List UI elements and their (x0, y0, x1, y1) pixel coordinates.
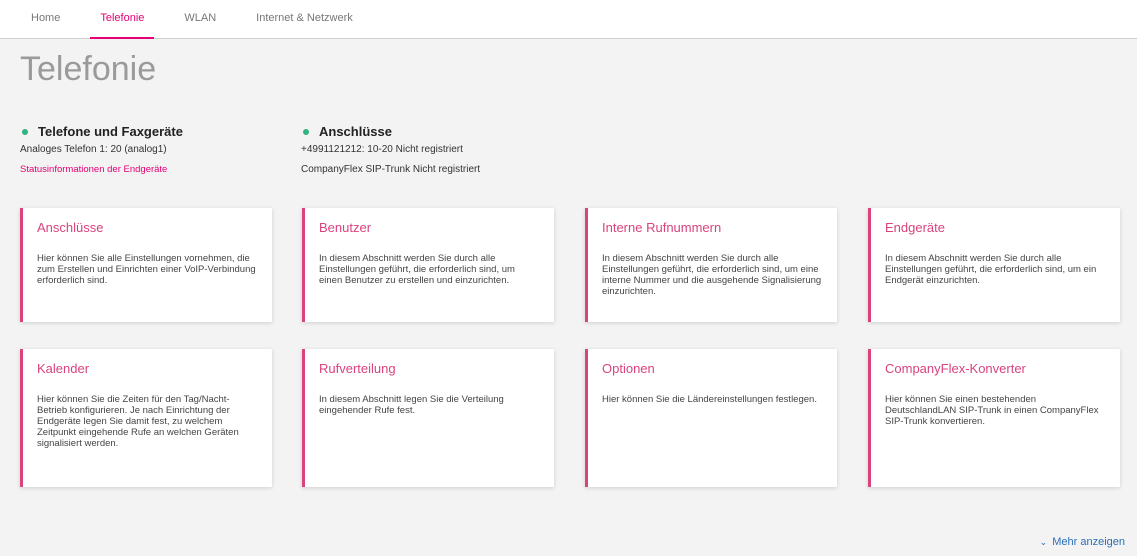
card-text: In diesem Abschnitt werden Sie durch all… (885, 253, 1097, 286)
card-text: In diesem Abschnitt werden Sie durch all… (319, 253, 515, 286)
card-title: Endgeräte (885, 220, 945, 235)
status-connections-heading: Anschlüsse (301, 124, 480, 139)
chevron-down-icon: ⌄ (1039, 536, 1048, 547)
status-ok-dot-icon (303, 128, 309, 135)
tab-internet-netzwerk[interactable]: Internet & Netzwerk (256, 0, 353, 38)
card-text: In diesem Abschnitt werden Sie durch all… (602, 253, 822, 297)
card-text: In diesem Abschnitt legen Sie die Vertei… (319, 394, 504, 416)
card-text: Hier können Sie die Ländereinstellungen … (602, 394, 817, 405)
status-connections-line-1: +4991121212: 10-20 Nicht registriert (301, 144, 463, 155)
status-connections: Anschlüsse +4991121212: 10-20 Nicht regi… (301, 124, 480, 175)
card-title: Benutzer (319, 220, 372, 235)
card-optionen[interactable]: Optionen Hier können Sie die Ländereinst… (585, 349, 837, 487)
card-text: Hier können Sie die Zeiten für den Tag/N… (37, 394, 239, 449)
show-more-button[interactable]: ⌄ Mehr anzeigen (1040, 536, 1125, 548)
card-interne-rufnummern[interactable]: Interne Rufnummern In diesem Abschnitt w… (585, 208, 837, 322)
card-companyflex-konverter[interactable]: CompanyFlex-Konverter Hier können Sie ei… (868, 349, 1120, 487)
card-title: Rufverteilung (319, 361, 396, 376)
card-title: Kalender (37, 361, 90, 376)
status-ok-dot-icon (22, 128, 28, 135)
card-title: Anschlüsse (37, 220, 104, 235)
card-text: Hier können Sie alle Einstellungen vorne… (37, 253, 256, 286)
show-more-label: Mehr anzeigen (1052, 536, 1125, 548)
top-navigation: Home Telefonie WLAN Internet & Netzwerk (0, 0, 1137, 39)
tab-home[interactable]: Home (31, 0, 60, 38)
card-title: CompanyFlex-Konverter (885, 361, 1026, 376)
status-devices-heading: Telefone und Faxgeräte (20, 124, 183, 139)
status-devices: Telefone und Faxgeräte Analoges Telefon … (20, 124, 183, 175)
tab-wlan[interactable]: WLAN (184, 0, 216, 38)
status-connections-title: Anschlüsse (319, 124, 392, 139)
status-devices-line: Analoges Telefon 1: 20 (analog1) (20, 144, 167, 155)
card-endgeraete[interactable]: Endgeräte In diesem Abschnitt werden Sie… (868, 208, 1120, 322)
card-anschluesse[interactable]: Anschlüsse Hier können Sie alle Einstell… (20, 208, 272, 322)
card-text: Hier können Sie einen bestehenden Deutsc… (885, 394, 1099, 427)
tab-bar: Home Telefonie WLAN Internet & Netzwerk (31, 0, 393, 39)
card-title: Optionen (602, 361, 655, 376)
card-rufverteilung[interactable]: Rufverteilung In diesem Abschnitt legen … (302, 349, 554, 487)
card-benutzer[interactable]: Benutzer In diesem Abschnitt werden Sie … (302, 208, 554, 322)
page-title: Telefonie (20, 50, 157, 88)
tab-telefonie[interactable]: Telefonie (90, 0, 155, 39)
card-title: Interne Rufnummern (602, 220, 722, 235)
status-devices-title: Telefone und Faxgeräte (38, 124, 183, 139)
card-kalender[interactable]: Kalender Hier können Sie die Zeiten für … (20, 349, 272, 487)
status-connections-line-2: CompanyFlex SIP-Trunk Nicht registriert (301, 164, 481, 175)
status-devices-link[interactable]: Statusinformationen der Endgeräte (20, 164, 183, 175)
